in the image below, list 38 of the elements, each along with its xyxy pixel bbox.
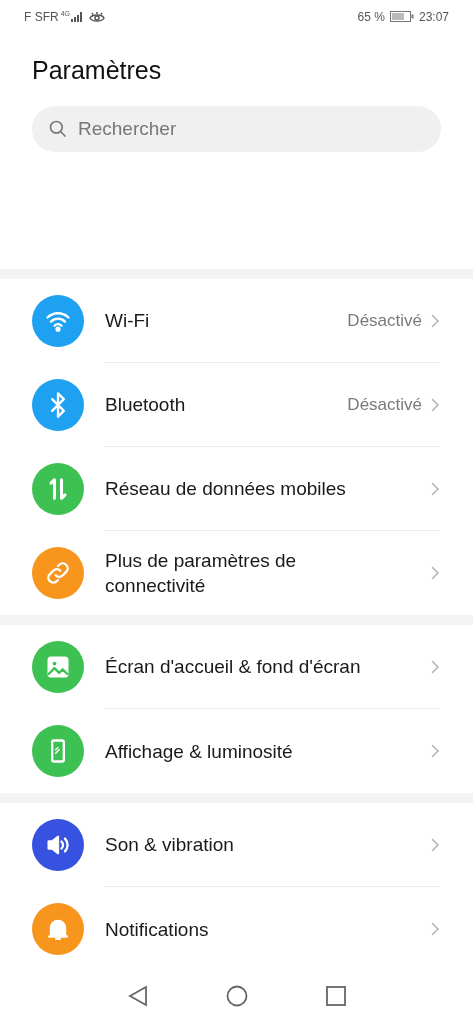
chevron-icon xyxy=(430,921,440,937)
chevron-icon xyxy=(430,658,440,675)
back-icon[interactable] xyxy=(127,985,148,1007)
settings-item[interactable]: Écran d'accueil & fond d'écran xyxy=(0,625,473,709)
eye-icon xyxy=(89,10,105,23)
settings-item[interactable]: Plus de paramètres de connectivité xyxy=(0,531,473,615)
settings-item[interactable]: Affichage & luminosité xyxy=(0,709,473,793)
item-label: Notifications xyxy=(105,917,209,942)
settings-item[interactable]: Notifications xyxy=(0,887,473,971)
item-label: Son & vibration xyxy=(105,833,234,857)
item-label: Écran d'accueil & fond d'écran xyxy=(105,655,361,679)
chevron-icon xyxy=(430,743,440,759)
settings-item[interactable]: Son & vibration xyxy=(0,803,473,887)
recents-icon[interactable] xyxy=(325,986,346,1006)
battery-icon xyxy=(389,11,414,22)
chevron-icon xyxy=(430,565,440,581)
signal-icon xyxy=(71,11,83,22)
page-title: Paramètres xyxy=(31,55,163,86)
home-icon[interactable] xyxy=(225,985,248,1007)
chevron-icon xyxy=(430,836,440,853)
battery-percent: 65 % xyxy=(357,8,385,26)
search-field[interactable]: Rechercher xyxy=(32,106,441,152)
item-label: Plus de paramètres de connectivité xyxy=(105,549,298,598)
chevron-icon xyxy=(430,312,440,329)
item-label: Bluetooth xyxy=(105,393,186,417)
item-label: Affichage & luminosité xyxy=(105,739,293,764)
chevron-icon xyxy=(430,480,440,497)
clock-time: 23:07 xyxy=(418,8,449,26)
item-label: Réseau de données mobiles xyxy=(105,477,346,501)
item-label: Wi-Fi xyxy=(105,309,150,333)
settings-item[interactable]: Wi-Fi Désactivé xyxy=(0,279,473,363)
settings-item[interactable]: Bluetooth Désactivé xyxy=(0,363,473,447)
carrier-name: F SFR xyxy=(24,8,59,26)
search-icon xyxy=(48,119,68,139)
item-status: Désactivé xyxy=(347,309,422,332)
chevron-icon xyxy=(430,396,440,413)
settings-item[interactable]: Réseau de données mobiles xyxy=(0,447,473,531)
item-status: Désactivé xyxy=(347,393,422,416)
